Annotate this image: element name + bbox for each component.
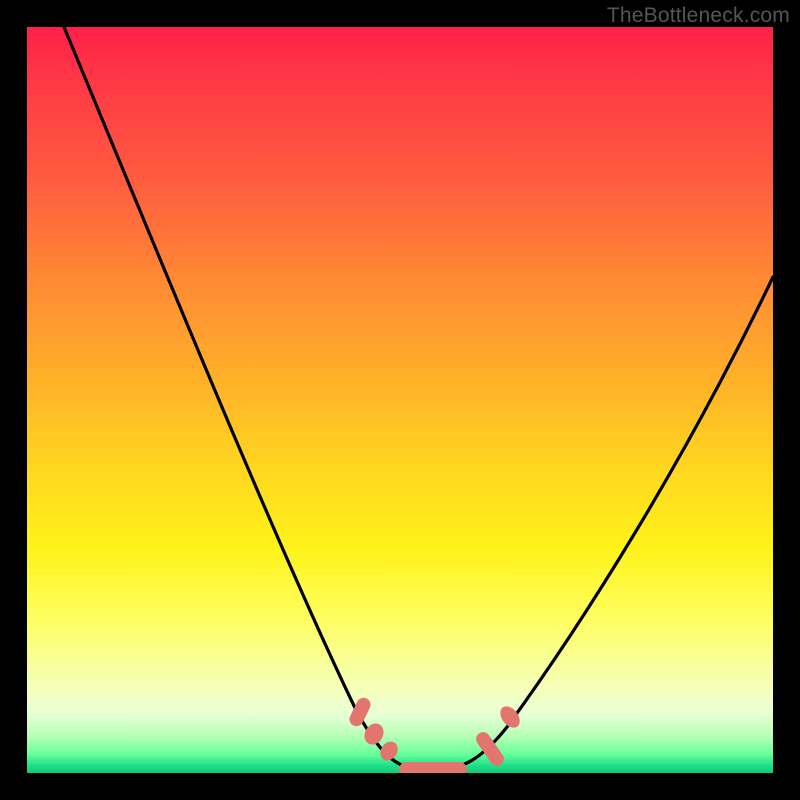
marker-trough bbox=[399, 762, 467, 773]
chart-svg bbox=[27, 27, 773, 773]
watermark-text: TheBottleneck.com bbox=[607, 4, 790, 28]
plot-area bbox=[27, 27, 773, 773]
chart-frame: TheBottleneck.com bbox=[0, 0, 800, 800]
bottleneck-curve bbox=[64, 27, 773, 770]
marker-left-3 bbox=[377, 738, 402, 764]
markers-group bbox=[347, 695, 524, 773]
